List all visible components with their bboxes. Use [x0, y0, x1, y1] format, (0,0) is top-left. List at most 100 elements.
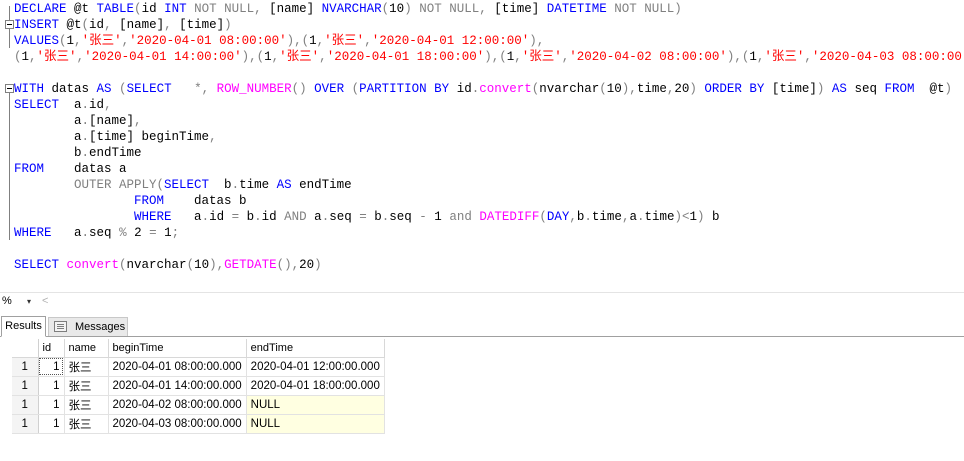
code-line[interactable]: VALUES(1,'张三','2020-04-01 08:00:00'),(1,…	[14, 33, 544, 49]
code-token: 20	[299, 258, 315, 272]
code-line[interactable]: a.[name],	[14, 113, 142, 129]
code-token: 1	[164, 226, 172, 240]
code-line[interactable]: WHERE a.seq % 2 = 1;	[14, 225, 179, 241]
row-number[interactable]: 1	[12, 357, 39, 377]
code-token: (	[119, 82, 127, 96]
code-token: AS	[831, 82, 855, 96]
column-header-name[interactable]: name	[64, 339, 109, 358]
cell-name[interactable]: 张三	[64, 414, 109, 434]
column-header-begintime[interactable]: beginTime	[108, 339, 247, 358]
scroll-left-icon[interactable]: <	[42, 294, 48, 309]
table-row[interactable]: 1 1 张三 2020-04-03 08:00:00.000 NULL	[12, 414, 385, 434]
cell-id[interactable]: 1	[38, 376, 65, 396]
code-line[interactable]: SELECT a.id,	[14, 97, 112, 113]
cell-begintime[interactable]: 2020-04-02 08:00:00.000	[108, 395, 247, 415]
column-header-id[interactable]: id	[38, 339, 65, 358]
code-token: '2020-04-02 08:00:00'	[569, 50, 727, 64]
code-token: a	[14, 130, 82, 144]
row-number[interactable]: 1	[12, 376, 39, 396]
code-token: DATEDIFF	[479, 210, 540, 224]
cell-endtime[interactable]: NULL	[246, 414, 385, 434]
row-header-corner[interactable]	[12, 339, 39, 358]
cell-id[interactable]: 1	[38, 395, 65, 415]
code-token: %	[119, 226, 135, 240]
cell-begintime[interactable]: 2020-04-01 08:00:00.000	[108, 357, 247, 377]
code-line[interactable]: OUTER APPLY(SELECT b.time AS endTime	[14, 177, 352, 193]
row-number[interactable]: 1	[12, 414, 39, 434]
code-token: id	[456, 82, 472, 96]
code-token: a	[194, 210, 202, 224]
cell-endtime[interactable]: 2020-04-01 18:00:00.000	[246, 376, 385, 396]
code-line[interactable]: b.endTime	[14, 145, 142, 161]
code-token: ;	[171, 226, 180, 240]
cell-begintime[interactable]: 2020-04-03 08:00:00.000	[108, 414, 247, 434]
code-token: and	[449, 210, 480, 224]
table-row[interactable]: 1 1 张三 2020-04-01 08:00:00.000 2020-04-0…	[12, 357, 385, 377]
code-line[interactable]: SELECT convert(nvarchar(10),GETDATE(),20…	[14, 257, 322, 273]
code-token: ),(	[286, 34, 310, 48]
code-token: ),(	[726, 50, 750, 64]
row-number[interactable]: 1	[12, 395, 39, 415]
code-token: ,	[76, 50, 85, 64]
code-line[interactable]: FROM datas b	[14, 193, 247, 209]
table-row[interactable]: 1 1 张三 2020-04-02 08:00:00.000 NULL	[12, 395, 385, 415]
code-token: @t	[929, 82, 945, 96]
cell-id[interactable]: 1	[38, 414, 65, 434]
code-token: b	[712, 210, 720, 224]
code-token: b	[14, 146, 82, 160]
code-token: INT	[164, 2, 195, 16]
code-line[interactable]: FROM datas a	[14, 161, 127, 177]
code-token: )	[816, 82, 832, 96]
code-token: ,	[134, 114, 142, 128]
code-token: '张三'	[521, 50, 562, 64]
results-tabstrip: Results Messages	[0, 312, 964, 337]
code-token: .	[81, 146, 90, 160]
code-token: =	[149, 226, 165, 240]
sql-editor[interactable]: DECLARE @t TABLE(id INT NOT NULL, [name]…	[0, 0, 964, 292]
collapse-icon[interactable]	[5, 84, 14, 93]
column-header-endtime[interactable]: endTime	[246, 339, 385, 358]
code-token: ,	[569, 210, 577, 224]
code-token: ,	[164, 18, 180, 32]
code-line[interactable]: (1,'张三','2020-04-01 14:00:00'),(1,'张三','…	[14, 49, 964, 65]
collapse-icon[interactable]	[5, 20, 14, 29]
code-line[interactable]: WITH datas AS (SELECT *, ROW_NUMBER() OV…	[14, 81, 952, 97]
code-line[interactable]: a.[time] beginTime,	[14, 129, 217, 145]
code-token: ,	[104, 98, 112, 112]
tab-messages[interactable]: Messages	[48, 317, 128, 336]
cell-id[interactable]: 1	[38, 357, 65, 377]
code-token: DAY	[546, 210, 570, 224]
results-grid[interactable]: id name beginTime endTime 1 1 张三 2020-04…	[0, 337, 964, 461]
cell-endtime[interactable]: NULL	[246, 395, 385, 415]
tab-results[interactable]: Results	[1, 316, 46, 337]
code-token: )	[697, 210, 713, 224]
results-table: id name beginTime endTime 1 1 张三 2020-04…	[12, 339, 385, 434]
code-token: '2020-04-03 08:00:00'	[811, 50, 964, 64]
messages-icon	[54, 321, 67, 332]
code-token: NVARCHAR	[321, 2, 382, 16]
code-token: 20	[674, 82, 690, 96]
code-token: .	[81, 130, 90, 144]
cell-name[interactable]: 张三	[64, 395, 109, 415]
code-token: ),	[209, 258, 225, 272]
code-token: nvarchar	[126, 258, 187, 272]
outline-gutter-line	[9, 86, 10, 240]
cell-name[interactable]: 张三	[64, 357, 109, 377]
table-row[interactable]: 1 1 张三 2020-04-01 14:00:00.000 2020-04-0…	[12, 376, 385, 396]
code-line[interactable]: INSERT @t(id, [name], [time])	[14, 17, 232, 33]
code-token: a	[74, 98, 82, 112]
cell-begintime[interactable]: 2020-04-01 14:00:00.000	[108, 376, 247, 396]
code-token: DECLARE	[14, 2, 75, 16]
code-token: a	[74, 226, 82, 240]
code-token: ),	[621, 82, 637, 96]
cell-endtime[interactable]: 2020-04-01 12:00:00.000	[246, 357, 385, 377]
code-token: '张三'	[279, 50, 320, 64]
code-token: )	[689, 82, 705, 96]
code-token: [name]	[89, 114, 135, 128]
code-line[interactable]: WHERE a.id = b.id AND a.seq = b.seq - 1 …	[14, 209, 720, 225]
code-line[interactable]: DECLARE @t TABLE(id INT NOT NULL, [name]…	[14, 1, 682, 17]
cell-name[interactable]: 张三	[64, 376, 109, 396]
code-token: ,	[104, 18, 120, 32]
zoom-dropdown[interactable]: % ▾	[0, 294, 36, 309]
